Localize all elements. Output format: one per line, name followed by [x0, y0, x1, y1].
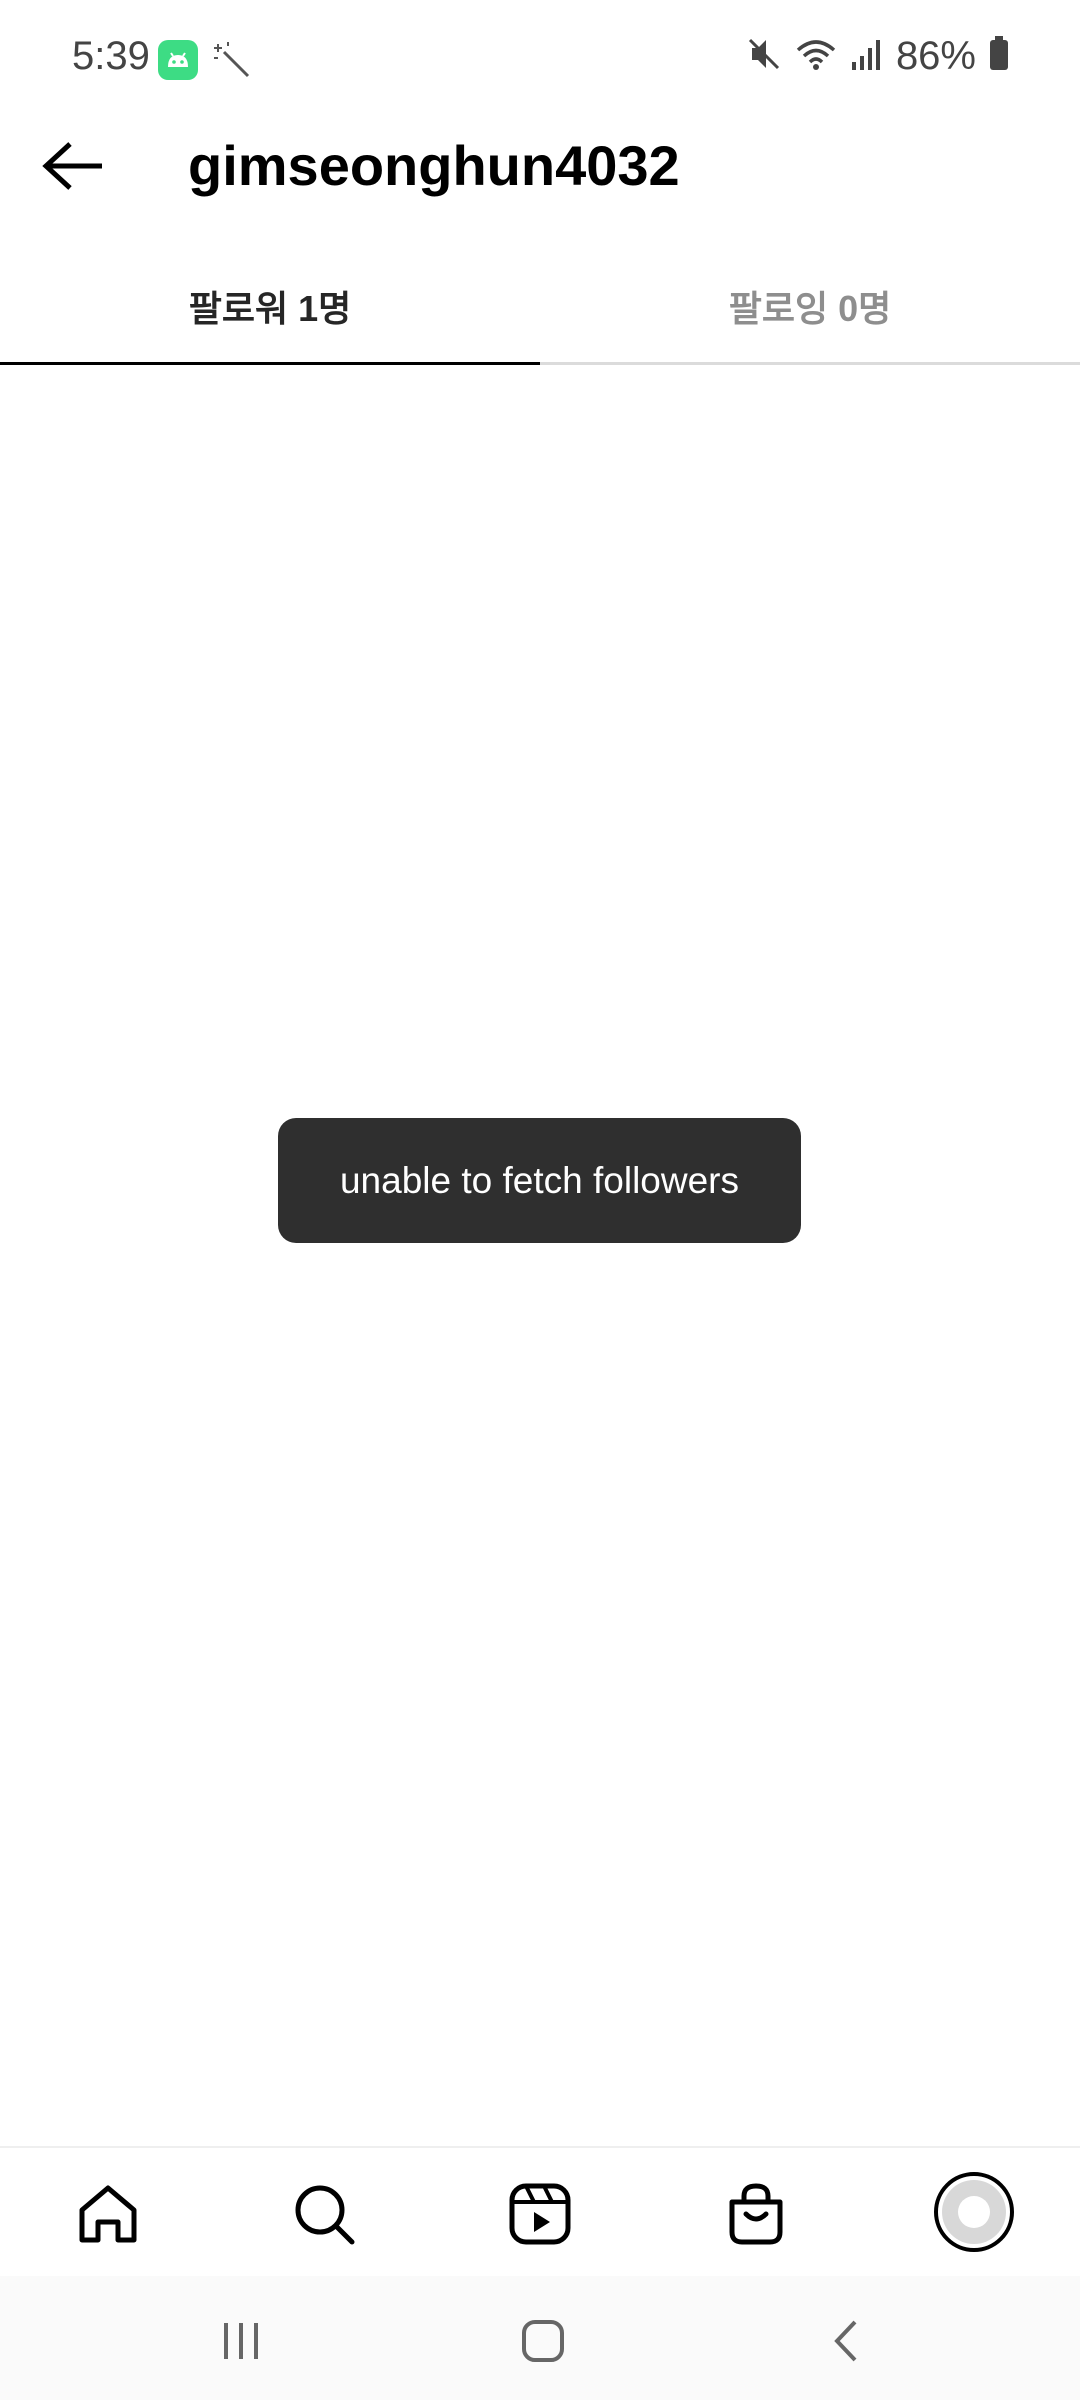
- tab-followers[interactable]: 팔로워 1명: [0, 250, 540, 365]
- nav-home[interactable]: [68, 2174, 148, 2254]
- status-right-icons: 86%: [746, 34, 1010, 79]
- mute-icon: [746, 34, 782, 79]
- wifi-icon: [794, 34, 838, 79]
- home-square-icon: [522, 2320, 564, 2362]
- battery-icon: [988, 34, 1010, 79]
- arrow-left-icon: [42, 142, 102, 190]
- home-system-button[interactable]: [508, 2306, 578, 2376]
- magic-wand-icon: [212, 40, 252, 85]
- status-time: 5:39: [72, 34, 150, 78]
- shop-icon: [729, 2183, 783, 2245]
- header: gimseonghun4032: [0, 118, 1080, 208]
- bottom-nav: [0, 2146, 1080, 2278]
- reels-icon: [509, 2183, 571, 2245]
- back-system-button[interactable]: [812, 2306, 882, 2376]
- nav-profile[interactable]: [932, 2170, 1016, 2254]
- screen: 5:39 86% gimseonghun4032 팔로워 1명 팔로잉 0명 u…: [0, 0, 1080, 2400]
- status-bar: 5:39 86%: [0, 0, 1080, 118]
- nav-search[interactable]: [284, 2174, 364, 2254]
- profile-avatar: [934, 2172, 1014, 2252]
- chevron-left-icon: [834, 2320, 857, 2362]
- toast-message: unable to fetch followers: [339, 1159, 739, 1201]
- error-toast: unable to fetch followers: [278, 1118, 801, 1243]
- page-title: gimseonghun4032: [188, 134, 680, 197]
- signal-icon: [850, 34, 884, 79]
- home-icon: [79, 2185, 137, 2243]
- search-icon: [295, 2185, 355, 2245]
- back-button[interactable]: [36, 128, 112, 204]
- status-left-icons: [158, 40, 252, 85]
- nav-shop[interactable]: [716, 2174, 796, 2254]
- follow-tabs: 팔로워 1명 팔로잉 0명: [0, 250, 1080, 365]
- android-app-icon: [158, 40, 198, 85]
- tab-following[interactable]: 팔로잉 0명: [540, 250, 1080, 362]
- nav-reels[interactable]: [500, 2174, 580, 2254]
- recent-apps-button[interactable]: [206, 2306, 276, 2376]
- battery-percent: 86%: [895, 34, 976, 78]
- system-nav-bar: [0, 2276, 1080, 2400]
- recent-apps-icon: [224, 2323, 258, 2359]
